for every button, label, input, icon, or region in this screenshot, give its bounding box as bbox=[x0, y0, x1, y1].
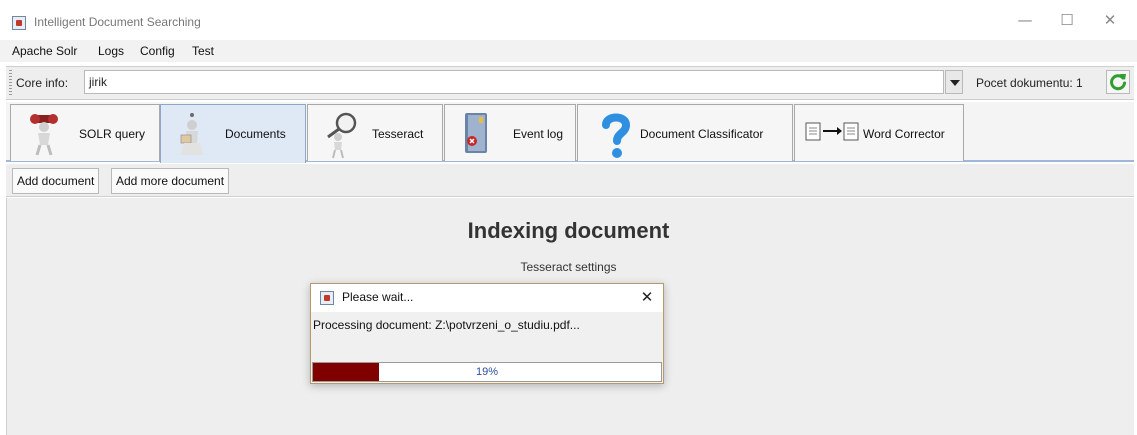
document-count-label: Pocet dokumentu: 1 bbox=[976, 76, 1083, 90]
error-book-icon bbox=[465, 113, 487, 153]
menu-config[interactable]: Config bbox=[140, 44, 175, 58]
java-dialog-icon bbox=[320, 291, 334, 305]
tab-document-classificator-label: Document Classificator bbox=[640, 127, 764, 141]
tab-event-log-label: Event log bbox=[513, 127, 564, 141]
core-info-combobox[interactable]: jirik bbox=[84, 70, 944, 94]
toolbar-grip[interactable] bbox=[9, 70, 12, 96]
core-info-label: Core info: bbox=[16, 76, 69, 90]
telescope-figure-icon bbox=[30, 114, 58, 156]
tab-tesseract-label: Tesseract bbox=[372, 127, 424, 141]
tab-word-corrector-label: Word Corrector bbox=[863, 127, 945, 141]
chevron-down-icon[interactable] bbox=[945, 70, 963, 94]
processing-message: Processing document: Z:\potvrzeni_o_stud… bbox=[313, 318, 580, 332]
menu-test[interactable]: Test bbox=[192, 44, 214, 58]
progress-bar: 19% bbox=[312, 362, 662, 382]
tab-document-classificator[interactable]: Document Classificator bbox=[577, 104, 793, 161]
dialog-title: Please wait... bbox=[342, 290, 414, 304]
tab-solr-query-label: SOLR query bbox=[79, 127, 146, 141]
add-document-button[interactable]: Add document bbox=[12, 168, 100, 194]
menu-logs[interactable]: Logs bbox=[98, 44, 124, 58]
figure-reading-icon bbox=[180, 113, 204, 155]
question-mark-icon bbox=[602, 113, 631, 158]
progress-percent-label: 19% bbox=[475, 366, 499, 378]
refresh-icon bbox=[1110, 74, 1126, 91]
tab-tesseract[interactable]: Tesseract bbox=[307, 104, 443, 161]
menu-apache-solr[interactable]: Apache Solr bbox=[12, 44, 77, 58]
tab-documents-label: Documents bbox=[225, 127, 286, 141]
tab-event-log[interactable]: Event log bbox=[444, 104, 576, 161]
tab-solr-query[interactable]: SOLR query bbox=[10, 104, 160, 161]
add-more-document-button[interactable]: Add more document bbox=[111, 168, 230, 194]
refresh-button[interactable] bbox=[1106, 70, 1130, 94]
tab-word-corrector[interactable]: Word Corrector bbox=[794, 104, 964, 161]
java-app-icon bbox=[12, 16, 26, 30]
tesseract-settings-label: Tesseract settings bbox=[520, 260, 617, 274]
minimize-button[interactable]: — bbox=[1008, 8, 1042, 32]
maximize-button[interactable]: ☐ bbox=[1050, 8, 1084, 32]
window-title: Intelligent Document Searching bbox=[34, 15, 201, 29]
indexing-title: Indexing document bbox=[467, 218, 670, 243]
dialog-close-button[interactable]: ✕ bbox=[636, 286, 658, 308]
document-arrow-icon bbox=[805, 122, 859, 141]
close-window-button[interactable]: ✕ bbox=[1093, 8, 1127, 32]
tab-documents[interactable]: Documents bbox=[160, 104, 306, 163]
magnifier-figure-icon bbox=[327, 112, 357, 159]
